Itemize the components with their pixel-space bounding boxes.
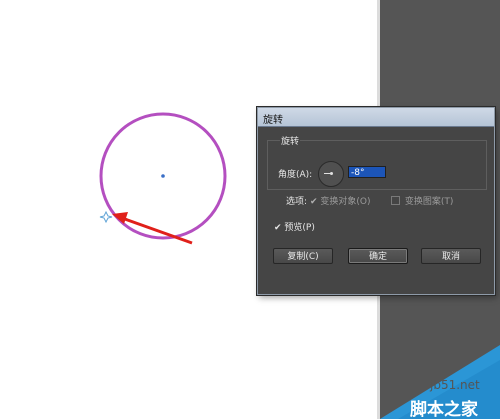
checkbox-empty-icon [391, 196, 400, 205]
preview-label: 预览(P) [284, 223, 315, 233]
options-label: 选项: [286, 197, 308, 207]
dialog-titlebar[interactable]: 旋转 [258, 108, 494, 127]
rotate-cursor-icon [99, 210, 113, 224]
dialog-title: 旋转 [263, 115, 283, 126]
rotate-dialog: 旋转 旋转 角度(A): -8° 选项: ✔ 变换对象(O) 变换图案(T) ✔… [257, 107, 495, 295]
copy-button[interactable]: 复制(C) [273, 248, 333, 264]
transform-patterns-checkbox[interactable]: 变换图案(T) [391, 194, 453, 207]
angle-input[interactable]: -8° [348, 166, 386, 178]
angle-dial-icon[interactable] [318, 161, 344, 187]
rotate-group-box [267, 140, 487, 190]
rotation-center-point[interactable] [161, 174, 165, 178]
preview-checkbox[interactable]: ✔ 预览(P) [274, 220, 315, 233]
watermark-site-name: 脚本之家 [410, 400, 478, 420]
angle-label: 角度(A): [278, 170, 313, 180]
cancel-button[interactable]: 取消 [421, 248, 481, 264]
angle-dial-center [330, 172, 333, 175]
checkmark-icon: ✔ [274, 223, 285, 233]
rotate-group-label: 旋转 [280, 134, 301, 147]
transform-objects-label: 变换对象(O) [320, 197, 371, 207]
ok-button[interactable]: 确定 [348, 248, 408, 264]
watermark-domain: jb51.net [430, 378, 480, 392]
transform-patterns-label: 变换图案(T) [404, 197, 454, 207]
checkmark-icon: ✔ [310, 197, 318, 207]
transform-objects-checkbox[interactable]: ✔ 变换对象(O) [310, 194, 371, 207]
